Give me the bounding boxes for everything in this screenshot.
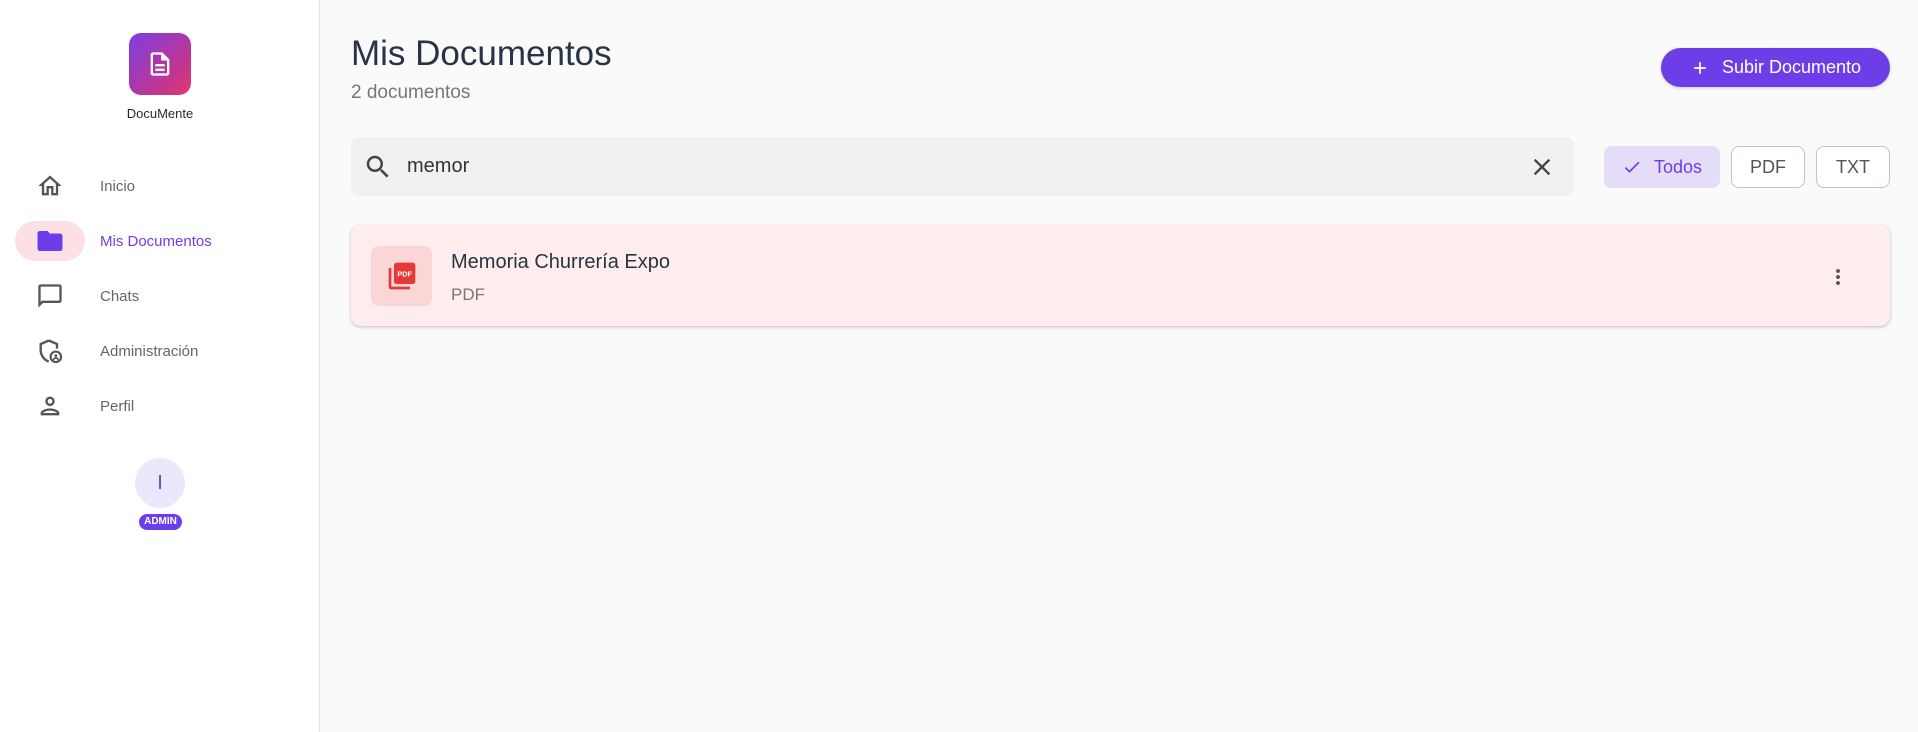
document-count: 2 documentos xyxy=(351,82,471,103)
sidebar-item-label: Inicio xyxy=(100,177,136,195)
sidebar-item-label: Mis Documentos xyxy=(100,232,212,250)
sidebar-item-label: Perfil xyxy=(100,397,135,415)
upload-document-label: Subir Documento xyxy=(1721,57,1862,77)
sidebar-item-label: Chats xyxy=(100,287,140,305)
home-icon xyxy=(38,175,62,196)
search-icon xyxy=(363,152,393,182)
upload-document-button[interactable]: Subir Documento xyxy=(1661,48,1890,87)
page-title: Mis Documentos xyxy=(351,34,612,73)
plus-icon xyxy=(1690,58,1710,78)
more-vert-icon[interactable] xyxy=(1826,265,1850,289)
document-icon xyxy=(150,52,170,76)
filter-chip-txt[interactable]: TXT xyxy=(1816,146,1890,188)
svg-text:PDF: PDF xyxy=(397,270,412,279)
search-bar xyxy=(351,137,1574,196)
admin-shield-icon xyxy=(39,339,63,364)
avatar[interactable]: I xyxy=(135,458,185,508)
document-type: PDF xyxy=(451,285,485,304)
document-thumbnail: PDF xyxy=(371,246,432,306)
sidebar-item-mis-documentos[interactable]: Mis Documentos xyxy=(15,220,305,262)
document-list-item[interactable]: PDF Memoria Churrería Expo PDF xyxy=(351,225,1890,326)
filter-chip-label: TXT xyxy=(1836,156,1870,177)
role-badge: ADMIN xyxy=(139,514,182,530)
sidebar-item-perfil[interactable]: Perfil xyxy=(15,385,305,427)
pdf-icon: PDF xyxy=(388,262,415,290)
clear-search-icon[interactable] xyxy=(1528,153,1556,181)
search-input[interactable] xyxy=(407,146,1528,187)
sidebar-item-administracion[interactable]: Administración xyxy=(15,330,305,372)
app-logo xyxy=(129,33,191,95)
sidebar-item-label: Administración xyxy=(100,342,199,360)
sidebar-item-chats[interactable]: Chats xyxy=(15,275,305,317)
folder-icon xyxy=(37,231,63,251)
filter-chip-label: Todos xyxy=(1653,156,1703,177)
sidebar: DocuMente Inicio Mis Documentos Chats Ad… xyxy=(0,0,320,732)
filter-chip-todos[interactable]: Todos xyxy=(1604,146,1720,188)
app-name: DocuMente xyxy=(126,106,194,121)
chat-icon xyxy=(38,284,62,308)
sidebar-item-inicio[interactable]: Inicio xyxy=(15,165,305,207)
filter-chip-pdf[interactable]: PDF xyxy=(1731,146,1805,188)
document-name: Memoria Churrería Expo xyxy=(451,251,670,273)
filter-chip-label: PDF xyxy=(1750,156,1786,177)
check-icon xyxy=(1622,157,1642,177)
person-icon xyxy=(40,396,60,416)
